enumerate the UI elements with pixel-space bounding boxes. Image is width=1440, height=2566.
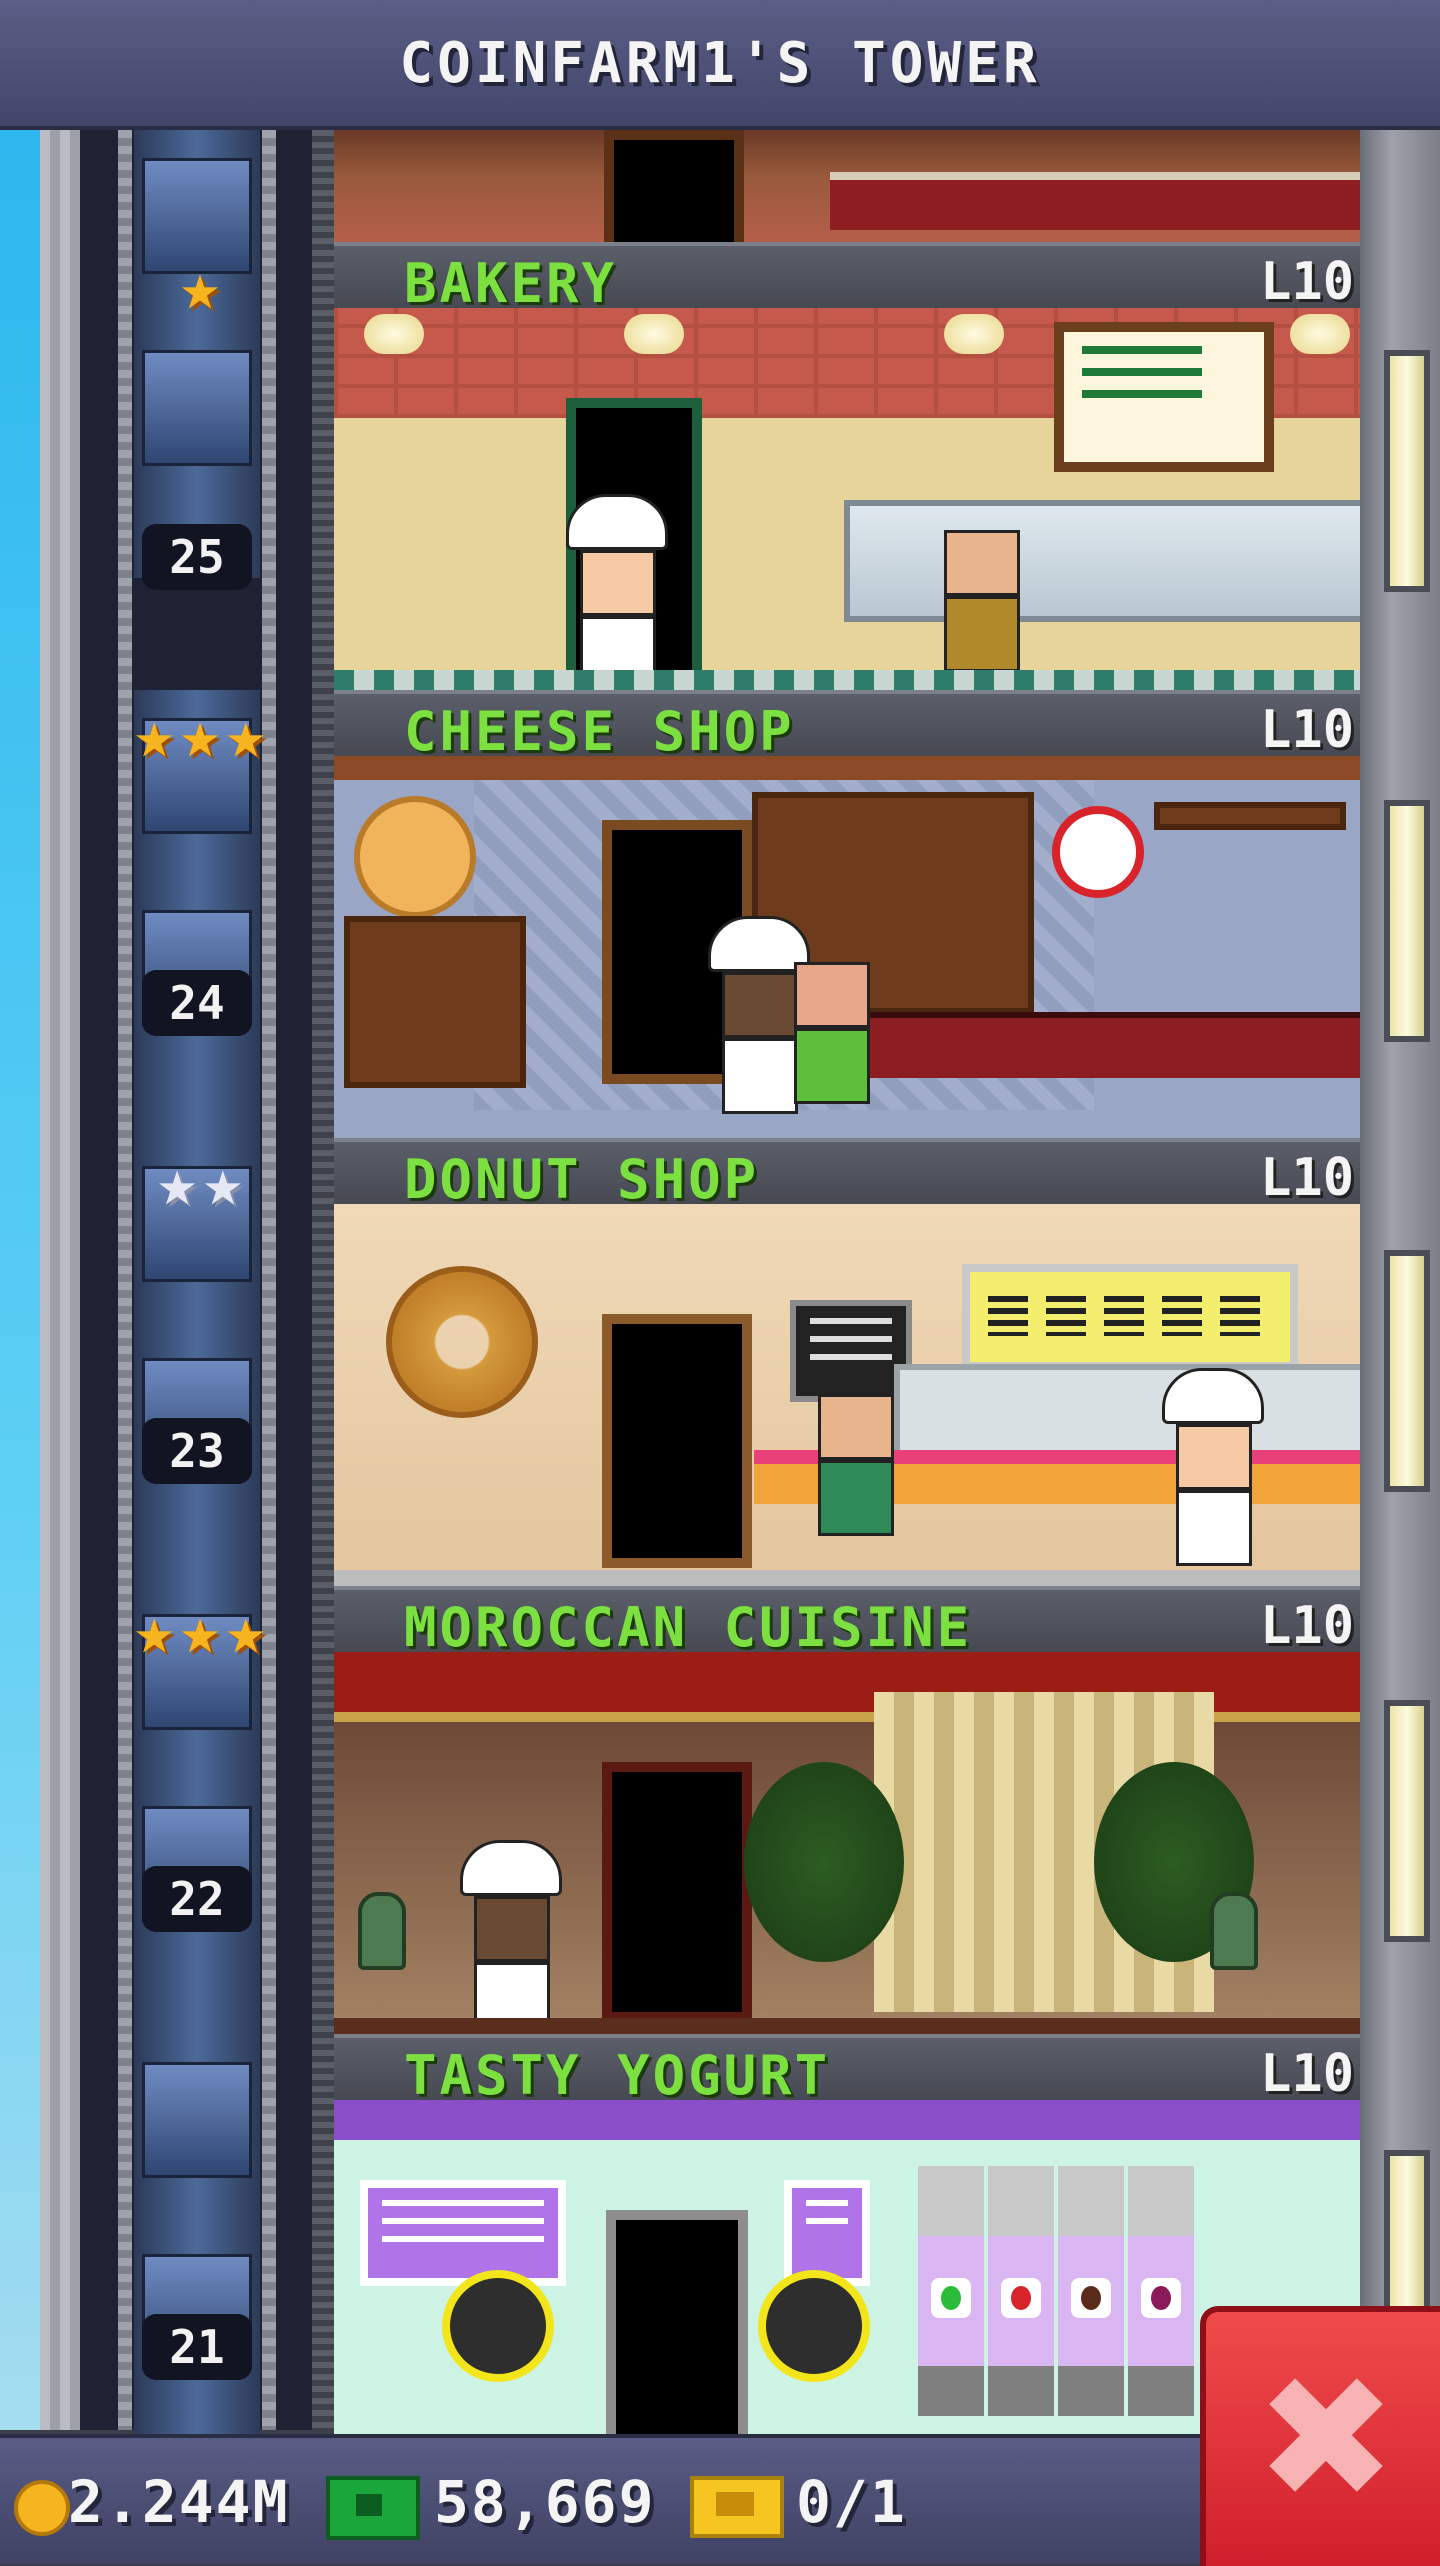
- floor-name: DONUT SHOP: [404, 1148, 760, 1211]
- floor-number: 25: [142, 524, 252, 590]
- floor-nameplate: BAKERY L10: [334, 242, 1360, 316]
- palm-plant: [744, 1762, 904, 1962]
- tower-outer-wall: [40, 130, 80, 2430]
- yogurt-dispenser: [1128, 2166, 1194, 2416]
- yogurt-menu-board: [784, 2180, 870, 2286]
- no-rats-sign-icon: [1052, 806, 1144, 898]
- pastry-display-case: [844, 500, 1360, 622]
- floor-level: L10: [1260, 1596, 1354, 1656]
- sky-backdrop: [0, 130, 40, 2430]
- floor-name: CHEESE SHOP: [404, 700, 795, 763]
- floor-name: BAKERY: [404, 252, 618, 315]
- bitizen-chef[interactable]: [1162, 1368, 1264, 1566]
- bux-balance: 58,669: [434, 2468, 656, 2536]
- star-icon: ★: [134, 1592, 175, 1669]
- building-window: [1384, 1700, 1430, 1942]
- shaft-divider: [312, 130, 334, 2430]
- floor-nameplate: TASTY YOGURT L10: [334, 2034, 1360, 2108]
- star-icon: ★: [157, 1144, 197, 1221]
- floor-stars-moroccan-cuisine: ★ ★ ★: [90, 1596, 310, 1666]
- yogurt-menu-board: [360, 2180, 566, 2286]
- floor-bakery[interactable]: BAKERY L10: [334, 242, 1360, 690]
- floor-number: 23: [142, 1418, 252, 1484]
- bitizen-customer[interactable]: [442, 2270, 554, 2382]
- floor-moroccan-cuisine[interactable]: MOROCCAN CUISINE L10: [334, 1586, 1360, 2034]
- yogurt-dispenser: [988, 2166, 1054, 2416]
- dining-chair: [1210, 1892, 1258, 1970]
- bakery-menu-board: [1054, 322, 1274, 472]
- building-window: [1384, 800, 1430, 1042]
- floor-stars-cheese-shop: ★ ★ ★: [90, 700, 310, 770]
- floor-number: 24: [142, 970, 252, 1036]
- ticket-count: 0/1: [796, 2468, 907, 2536]
- bitizen-customer[interactable]: [944, 530, 1020, 672]
- elevator-door: [602, 1314, 752, 1568]
- golden-ticket-icon[interactable]: [690, 2476, 784, 2538]
- yogurt-dispenser: [918, 2166, 984, 2416]
- floor-scene[interactable]: [334, 756, 1360, 1138]
- star-icon: ★: [180, 696, 220, 773]
- star-icon: ★: [134, 696, 175, 773]
- floor-stars-tasty-yogurt: [90, 2044, 310, 2114]
- floor-name: TASTY YOGURT: [404, 2044, 831, 2107]
- donut-display-case: [894, 1364, 1360, 1462]
- donut-menu-board: [962, 1264, 1298, 1370]
- floor-scene[interactable]: [334, 1204, 1360, 1586]
- floor-donut-shop[interactable]: DONUT SHOP L10: [334, 1138, 1360, 1586]
- donut-sign-icon: [386, 1266, 538, 1418]
- tower-title: COINFARM1'S TOWER: [399, 30, 1041, 96]
- star-icon: ★: [225, 1592, 266, 1669]
- bitizen-customer[interactable]: [758, 2270, 870, 2382]
- floor-level: L10: [1260, 2044, 1354, 2104]
- elevator-door: [602, 1762, 752, 2022]
- floor-stars-donut-shop: ★ ★: [90, 1148, 310, 1218]
- bitizen-chef[interactable]: [708, 916, 810, 1114]
- tower-title-bar: COINFARM1'S TOWER: [0, 0, 1440, 130]
- star-icon: ★: [180, 1592, 220, 1669]
- floor-cheese-shop[interactable]: CHEESE SHOP L10: [334, 690, 1360, 1138]
- floor-level: L10: [1260, 252, 1354, 312]
- elevator-car[interactable]: [134, 130, 260, 578]
- yogurt-dispenser: [1058, 2166, 1124, 2416]
- dining-chair: [358, 1892, 406, 1970]
- floor-partial-above[interactable]: [334, 130, 1360, 260]
- bitizen-customer[interactable]: [818, 1394, 894, 1536]
- bitizen-chef[interactable]: [460, 1840, 562, 2034]
- cheese-wheel-icon: [354, 796, 476, 918]
- tower-bux-icon[interactable]: [326, 2476, 420, 2540]
- shop-counter: [854, 1012, 1360, 1078]
- floor-name: MOROCCAN CUISINE: [404, 1596, 973, 1659]
- star-icon: ★: [203, 1144, 243, 1221]
- floor-level: L10: [1260, 700, 1354, 760]
- floor-nameplate: MOROCCAN CUISINE L10: [334, 1586, 1360, 1660]
- floor-nameplate: CHEESE SHOP L10: [334, 690, 1360, 764]
- building-window: [1384, 350, 1430, 592]
- coin-icon: [14, 2480, 70, 2536]
- floor-scene[interactable]: [334, 308, 1360, 690]
- bitizen-chef[interactable]: [566, 494, 668, 690]
- building-window: [1384, 1250, 1430, 1492]
- close-icon: ✖: [1254, 2340, 1398, 2538]
- floor-nameplate: DONUT SHOP L10: [334, 1138, 1360, 1212]
- bitizen-customer[interactable]: [794, 962, 870, 1104]
- floor-number: 21: [142, 2314, 252, 2380]
- close-button[interactable]: ✖: [1200, 2306, 1440, 2566]
- star-icon: ★: [225, 696, 266, 773]
- coin-balance: 2.244M: [68, 2468, 290, 2536]
- star-icon: ★: [180, 248, 220, 325]
- floor-scene[interactable]: [334, 1652, 1360, 2034]
- floor-number: 22: [142, 1866, 252, 1932]
- floor-stars-bakery: ★: [90, 252, 310, 322]
- floor-level: L10: [1260, 1148, 1354, 1208]
